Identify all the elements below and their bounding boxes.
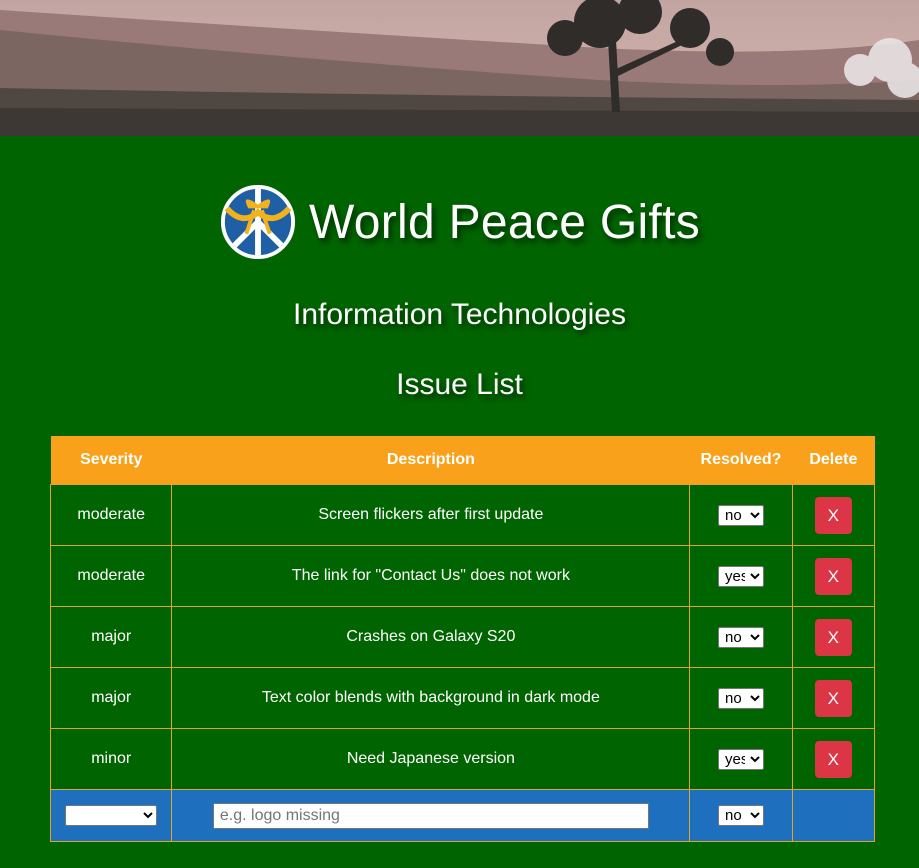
table-header-row: Severity Description Resolved? Delete: [50, 436, 875, 485]
column-header-severity: Severity: [50, 436, 172, 485]
table-row: moderate The link for "Contact Us" does …: [49, 545, 876, 607]
column-header-delete: Delete: [792, 436, 875, 485]
new-description-input[interactable]: [212, 802, 649, 829]
delete-button[interactable]: X: [814, 557, 852, 595]
resolved-cell: yes: [689, 545, 793, 607]
description-cell: Text color blends with background in dar…: [171, 667, 691, 729]
peace-ribbon-logo-icon: [220, 184, 296, 260]
new-resolved-cell: no: [689, 789, 793, 842]
issue-table: Severity Description Resolved? Delete mo…: [49, 436, 876, 842]
description-cell: Screen flickers after first update: [171, 484, 691, 546]
resolved-select[interactable]: yes: [717, 565, 764, 587]
resolved-select[interactable]: yes: [717, 748, 764, 770]
delete-button[interactable]: X: [814, 679, 852, 717]
severity-cell: moderate: [49, 484, 173, 546]
new-delete-cell: [791, 789, 876, 842]
resolved-select[interactable]: no: [717, 687, 764, 709]
new-severity-select[interactable]: [65, 805, 158, 826]
description-cell: Crashes on Galaxy S20: [171, 606, 691, 668]
brand-heading: World Peace Gifts: [0, 182, 919, 262]
header-banner-image: [0, 0, 919, 136]
table-row: moderate Screen flickers after first upd…: [49, 484, 876, 546]
table-row: minor Need Japanese version yes X: [49, 728, 876, 790]
section-title: Issue List: [396, 368, 523, 401]
column-header-description: Description: [171, 436, 690, 485]
brand-title: World Peace Gifts: [308, 195, 701, 249]
resolved-cell: no: [689, 606, 793, 668]
column-header-resolved: Resolved?: [689, 436, 793, 485]
description-cell: The link for "Contact Us" does not work: [171, 545, 691, 607]
delete-button[interactable]: X: [814, 618, 852, 656]
new-severity-cell: [49, 789, 173, 842]
resolved-select[interactable]: no: [717, 504, 764, 526]
new-resolved-select[interactable]: no: [717, 805, 764, 826]
delete-button[interactable]: X: [814, 740, 852, 778]
delete-cell: X: [791, 728, 876, 790]
delete-cell: X: [791, 606, 876, 668]
resolved-cell: no: [689, 484, 793, 546]
description-cell: Need Japanese version: [171, 728, 691, 790]
severity-cell: major: [49, 606, 173, 668]
delete-cell: X: [791, 484, 876, 546]
delete-button[interactable]: X: [814, 496, 852, 534]
new-description-cell: [171, 789, 691, 842]
table-row: major Text color blends with background …: [49, 667, 876, 729]
severity-cell: moderate: [49, 545, 173, 607]
severity-cell: minor: [49, 728, 173, 790]
department-title: Information Technologies: [293, 298, 626, 331]
resolved-cell: yes: [689, 728, 793, 790]
landscape-photo: [0, 0, 919, 136]
delete-cell: X: [791, 667, 876, 729]
new-issue-row: no: [49, 789, 876, 842]
resolved-cell: no: [689, 667, 793, 729]
table-row: major Crashes on Galaxy S20 no X: [49, 606, 876, 668]
severity-cell: major: [49, 667, 173, 729]
resolved-select[interactable]: no: [717, 626, 764, 648]
delete-cell: X: [791, 545, 876, 607]
